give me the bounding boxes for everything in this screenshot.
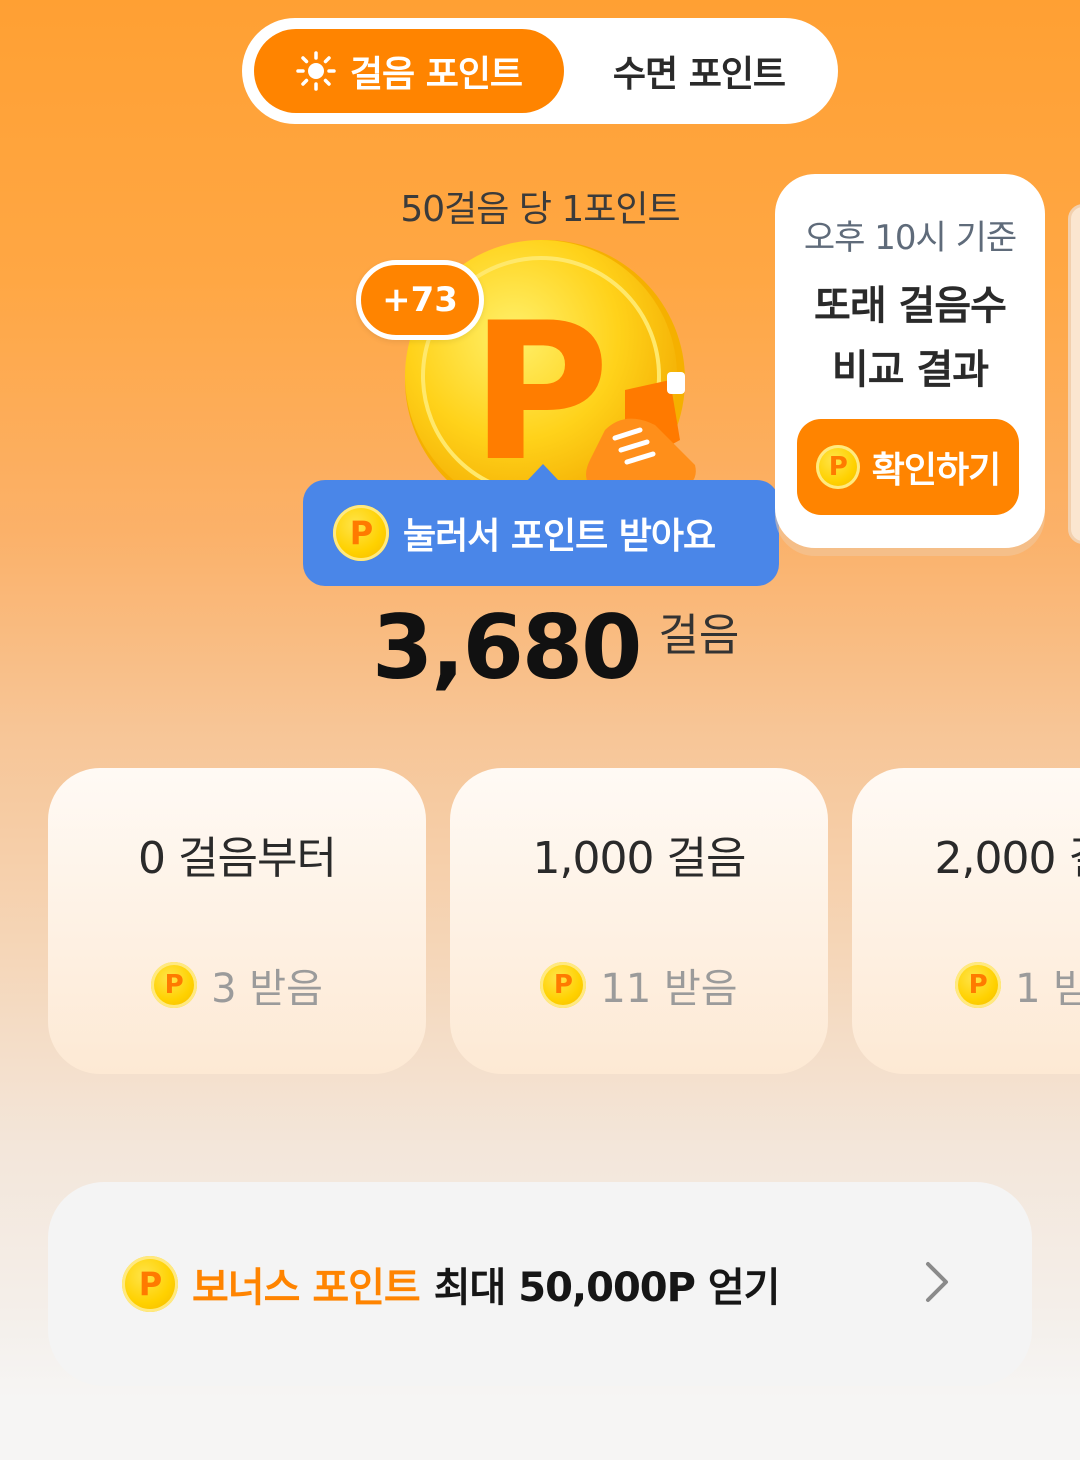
point-coin-icon: P — [815, 445, 860, 489]
milestone-reward: P 11 받음 — [450, 956, 828, 1014]
point-coin-icon: P — [955, 962, 1002, 1008]
comparison-title: 또래 걸음수 비교 결과 — [775, 274, 1045, 402]
milestone-reward-label: 1 받음 — [1015, 966, 1080, 1012]
milestone-reward-label: 11 받음 — [600, 966, 738, 1012]
point-coin-icon: P — [122, 1256, 178, 1312]
tab-sleep-points[interactable]: 수면 포인트 — [572, 29, 826, 113]
milestone-card[interactable]: 2,000 걸음 P 1 받음 — [852, 768, 1080, 1074]
milestone-title: 1,000 걸음 — [532, 833, 747, 884]
check-result-button[interactable]: P 확인하기 — [797, 419, 1019, 515]
milestone-reward-label: 3 받음 — [211, 966, 323, 1012]
points-rate-text: 50걸음 당 1포인트 — [400, 189, 680, 230]
comparison-title-line1: 또래 걸음수 — [814, 283, 1007, 329]
bonus-highlight: 보너스 포인트 — [192, 1265, 421, 1311]
peer-comparison-card[interactable]: 오후 10시 기준 또래 걸음수 비교 결과 P 확인하기 — [775, 174, 1045, 548]
milestone-card[interactable]: 1,000 걸음 P 11 받음 — [450, 768, 828, 1074]
tab-walk-label: 걸음 포인트 — [349, 54, 523, 95]
milestone-reward: P 1 받음 — [852, 956, 1080, 1014]
comparison-title-line2: 비교 결과 — [831, 347, 989, 393]
tooltip-label: 눌러서 포인트 받아요 — [403, 516, 716, 557]
step-count-number: 3,680 — [372, 596, 642, 699]
milestone-card-clip: 2,000 걸음 P 1 받음 — [852, 768, 1080, 1074]
milestone-card[interactable]: 0 걸음부터 P 3 받음 — [48, 768, 426, 1074]
step-count: 3,680 걸음 — [372, 596, 739, 699]
tab-sleep-label: 수면 포인트 — [612, 54, 786, 95]
sun-icon — [296, 51, 336, 91]
step-count-unit: 걸음 — [658, 610, 740, 661]
claim-points-tooltip[interactable]: P 눌러서 포인트 받아요 — [303, 464, 779, 586]
point-type-toggle: 걸음 포인트 수면 포인트 — [242, 18, 838, 124]
tab-walk-points[interactable]: 걸음 포인트 — [254, 29, 564, 113]
bonus-points-banner[interactable]: P 보너스 포인트 최대 50,000P 얻기 — [48, 1182, 1032, 1386]
bonus-text: 최대 50,000P 얻기 — [433, 1265, 781, 1311]
chevron-right-icon — [926, 1262, 948, 1302]
next-card-peek[interactable] — [1068, 204, 1080, 544]
points-gain-badge: +73 — [356, 260, 484, 340]
comparison-time-label: 오후 10시 기준 — [803, 218, 1017, 258]
point-coin-icon: P — [333, 505, 389, 561]
check-result-label: 확인하기 — [871, 450, 1001, 491]
point-coin-icon: P — [540, 962, 587, 1008]
point-coin-icon: P — [151, 962, 198, 1008]
milestone-title: 0 걸음부터 — [138, 833, 337, 884]
milestone-title: 2,000 걸음 — [934, 833, 1080, 884]
milestone-reward: P 3 받음 — [48, 956, 426, 1014]
